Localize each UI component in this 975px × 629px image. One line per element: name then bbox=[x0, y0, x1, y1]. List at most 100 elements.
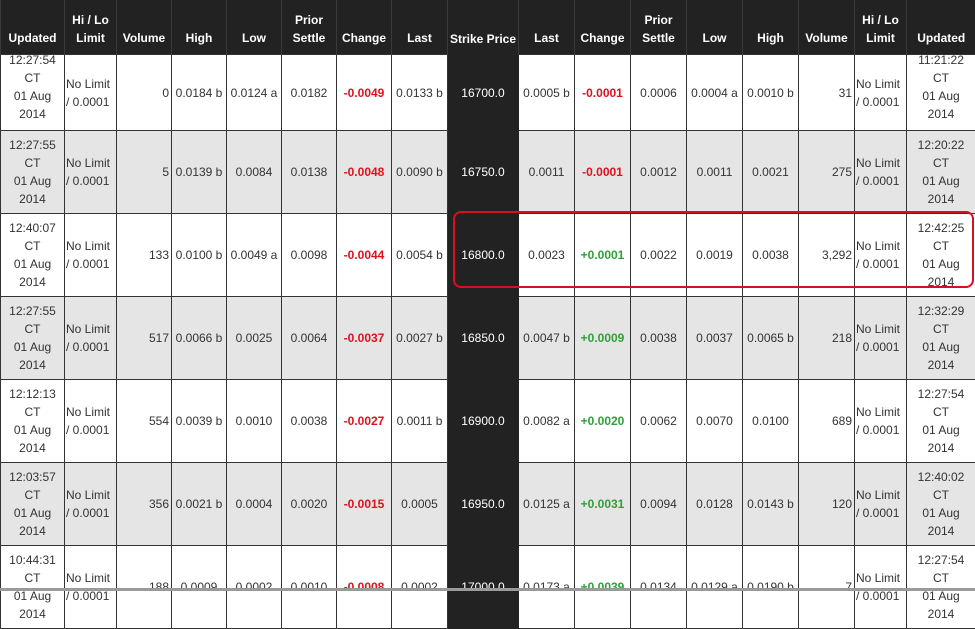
updated-line: CT bbox=[907, 486, 975, 504]
call-last-cell: 0.0002 bbox=[392, 546, 448, 629]
updated-line: 12:27:55 bbox=[1, 302, 64, 320]
call-low-cell: 0.0049 a bbox=[227, 214, 282, 297]
updated-line: CT bbox=[1, 320, 64, 338]
table-row[interactable]: 12:27:55CT01 Aug2014No Limit / 0.0001517… bbox=[1, 297, 975, 380]
put-header-volume[interactable]: Volume bbox=[799, 0, 855, 55]
strike-price-cell: 17000.0 bbox=[448, 546, 519, 629]
call-change-cell: -0.0037 bbox=[337, 297, 392, 380]
put-low-cell: 0.0070 bbox=[687, 380, 743, 463]
call-last-cell: 0.0005 bbox=[392, 463, 448, 546]
updated-line: 01 Aug bbox=[907, 504, 975, 522]
put-high-cell: 0.0038 bbox=[743, 214, 799, 297]
put-updated-cell: 12:27:54CT01 Aug2014 bbox=[907, 380, 975, 463]
put-limit-cell: No Limit / 0.0001 bbox=[855, 463, 907, 546]
call-prior-settle-cell: 0.0064 bbox=[282, 297, 337, 380]
strike-price-cell: 16750.0 bbox=[448, 131, 519, 214]
put-high-cell: 0.0065 b bbox=[743, 297, 799, 380]
call-header-high[interactable]: High bbox=[172, 0, 227, 55]
call-updated-cell: 12:12:13CT01 Aug2014 bbox=[1, 380, 65, 463]
call-high-cell: 0.0184 b bbox=[172, 55, 227, 131]
call-prior-settle-cell: 0.0038 bbox=[282, 380, 337, 463]
put-high-cell: 0.0190 b bbox=[743, 546, 799, 629]
call-header-updated[interactable]: Updated bbox=[1, 0, 65, 55]
updated-line: 2014 bbox=[907, 356, 975, 374]
call-header-low[interactable]: Low bbox=[227, 0, 282, 55]
updated-line: 2014 bbox=[907, 605, 975, 623]
call-change-cell: -0.0044 bbox=[337, 214, 392, 297]
table-row[interactable]: 12:27:55CT01 Aug2014No Limit / 0.000150.… bbox=[1, 131, 975, 214]
call-volume-cell: 517 bbox=[117, 297, 172, 380]
call-header-volume[interactable]: Volume bbox=[117, 0, 172, 55]
call-header-hi-lo-limit[interactable]: Hi / Lo Limit bbox=[65, 0, 117, 55]
put-high-cell: 0.0143 b bbox=[743, 463, 799, 546]
put-prior-settle-cell: 0.0038 bbox=[631, 297, 687, 380]
updated-line: CT bbox=[1, 237, 64, 255]
table-row[interactable]: 12:12:13CT01 Aug2014No Limit / 0.0001554… bbox=[1, 380, 975, 463]
put-limit-cell: No Limit / 0.0001 bbox=[855, 380, 907, 463]
put-last-cell: 0.0047 b bbox=[519, 297, 575, 380]
call-low-cell: 0.0002 bbox=[227, 546, 282, 629]
table-row[interactable]: 12:40:07CT01 Aug2014No Limit / 0.0001133… bbox=[1, 214, 975, 297]
call-updated-cell: 12:27:55CT01 Aug2014 bbox=[1, 297, 65, 380]
call-limit-cell: No Limit / 0.0001 bbox=[65, 214, 117, 297]
put-updated-cell: 12:32:29CT01 Aug2014 bbox=[907, 297, 975, 380]
updated-line: 2014 bbox=[1, 356, 64, 374]
updated-line: 12:20:22 bbox=[907, 136, 975, 154]
put-change-cell: +0.0031 bbox=[575, 463, 631, 546]
put-header-last[interactable]: Last bbox=[519, 0, 575, 55]
put-last-cell: 0.0125 a bbox=[519, 463, 575, 546]
strike-price-cell: 16800.0 bbox=[448, 214, 519, 297]
call-header-change[interactable]: Change bbox=[337, 0, 392, 55]
put-high-cell: 0.0021 bbox=[743, 131, 799, 214]
put-change-cell: +0.0001 bbox=[575, 214, 631, 297]
updated-line: 01 Aug bbox=[907, 255, 975, 273]
call-prior-settle-cell: 0.0010 bbox=[282, 546, 337, 629]
put-low-cell: 0.0037 bbox=[687, 297, 743, 380]
put-updated-cell: 12:27:54CT01 Aug2014 bbox=[907, 546, 975, 629]
put-header-updated[interactable]: Updated bbox=[907, 0, 975, 55]
updated-line: CT bbox=[1, 154, 64, 172]
call-volume-cell: 5 bbox=[117, 131, 172, 214]
updated-line: CT bbox=[907, 403, 975, 421]
call-limit-cell: No Limit / 0.0001 bbox=[65, 55, 117, 131]
updated-line: 01 Aug bbox=[1, 421, 64, 439]
call-header-prior-settle[interactable]: Prior Settle bbox=[282, 0, 337, 55]
updated-line: 2014 bbox=[1, 522, 64, 540]
call-updated-cell: 12:40:07CT01 Aug2014 bbox=[1, 214, 65, 297]
put-low-cell: 0.0004 a bbox=[687, 55, 743, 131]
call-prior-settle-cell: 0.0020 bbox=[282, 463, 337, 546]
call-last-cell: 0.0133 b bbox=[392, 55, 448, 131]
call-header-last[interactable]: Last bbox=[392, 0, 448, 55]
updated-line: 12:40:07 bbox=[1, 219, 64, 237]
updated-line: 01 Aug bbox=[1, 338, 64, 356]
put-volume-cell: 689 bbox=[799, 380, 855, 463]
put-limit-cell: No Limit / 0.0001 bbox=[855, 131, 907, 214]
updated-line: 01 Aug bbox=[1, 504, 64, 522]
put-header-change[interactable]: Change bbox=[575, 0, 631, 55]
table-row[interactable]: 10:44:31CT01 Aug2014No Limit / 0.0001188… bbox=[1, 546, 975, 629]
call-limit-cell: No Limit / 0.0001 bbox=[65, 463, 117, 546]
put-header-low[interactable]: Low bbox=[687, 0, 743, 55]
put-updated-cell: 12:40:02CT01 Aug2014 bbox=[907, 463, 975, 546]
put-header-prior-settle[interactable]: Prior Settle bbox=[631, 0, 687, 55]
put-low-cell: 0.0129 a bbox=[687, 546, 743, 629]
updated-line: CT bbox=[907, 69, 975, 87]
put-volume-cell: 3,292 bbox=[799, 214, 855, 297]
table-row[interactable]: 12:03:57CT01 Aug2014No Limit / 0.0001356… bbox=[1, 463, 975, 546]
table-row[interactable]: 12:27:54CT01 Aug2014No Limit / 0.000100.… bbox=[1, 55, 975, 131]
put-change-cell: -0.0001 bbox=[575, 55, 631, 131]
strike-price-header[interactable]: Strike Price bbox=[448, 0, 519, 55]
put-limit-cell: No Limit / 0.0001 bbox=[855, 546, 907, 629]
put-high-cell: 0.0100 bbox=[743, 380, 799, 463]
put-last-cell: 0.0023 bbox=[519, 214, 575, 297]
call-change-cell: -0.0049 bbox=[337, 55, 392, 131]
call-low-cell: 0.0084 bbox=[227, 131, 282, 214]
put-header-hi-lo-limit[interactable]: Hi / Lo Limit bbox=[855, 0, 907, 55]
put-header-high[interactable]: High bbox=[743, 0, 799, 55]
updated-line: 01 Aug bbox=[1, 172, 64, 190]
call-volume-cell: 133 bbox=[117, 214, 172, 297]
strike-price-cell: 16950.0 bbox=[448, 463, 519, 546]
call-volume-cell: 356 bbox=[117, 463, 172, 546]
updated-line: CT bbox=[907, 237, 975, 255]
call-low-cell: 0.0004 bbox=[227, 463, 282, 546]
